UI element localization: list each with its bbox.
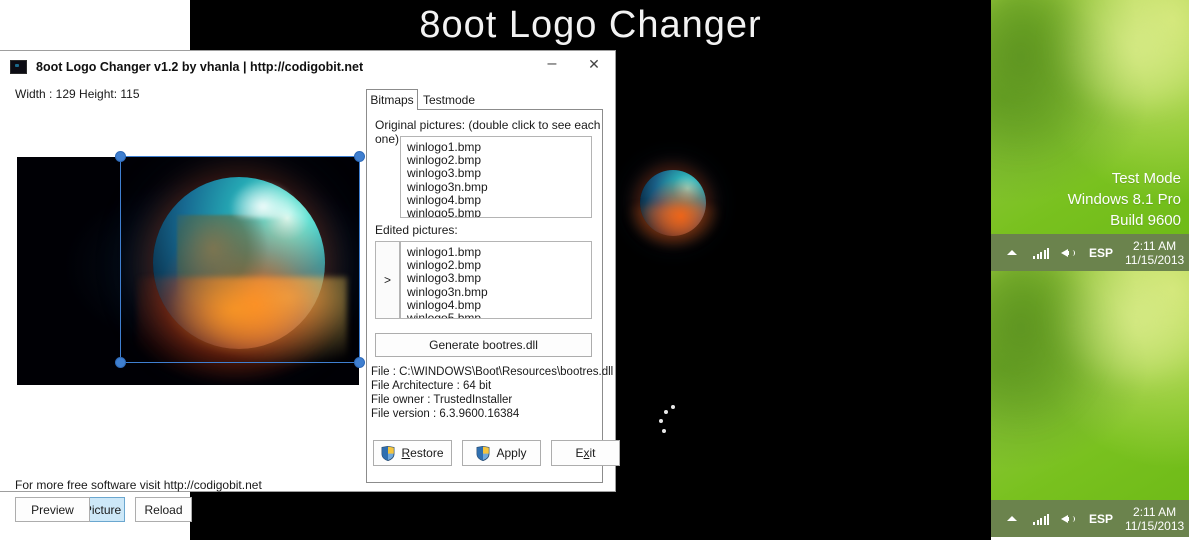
desktop-wallpaper-bottom <box>991 271 1189 500</box>
selection-handle-bottom-left[interactable] <box>115 357 126 368</box>
earth-globe-bitmap[interactable] <box>17 157 359 385</box>
tab-panel: Bitmaps Testmode Original pictures: (dou… <box>366 89 620 483</box>
preview-button[interactable]: Preview <box>15 497 90 522</box>
watermark-line-1: Test Mode <box>1111 170 1181 187</box>
list-item[interactable]: winlogo3.bmp <box>405 272 591 285</box>
transfer-right-button[interactable]: > <box>375 241 400 319</box>
image-dimensions-label: Width : 129 Height: 115 <box>15 87 140 101</box>
file-architecture-info: File Architecture : 64 bit <box>371 380 492 392</box>
footer-note: For more free software visit http://codi… <box>15 478 262 492</box>
language-indicator[interactable]: ESP <box>1089 246 1113 260</box>
taskbar-tray-bottom[interactable]: ESP 2:11 AM 11/15/2013 <box>991 500 1189 537</box>
file-path-info: File : C:\WINDOWS\Boot\Resources\bootres… <box>371 366 614 378</box>
tab-bitmaps[interactable]: Bitmaps <box>366 89 418 110</box>
window-title: 8oot Logo Changer v1.2 by vhanla | http:… <box>36 60 364 74</box>
clock-date: 11/15/2013 <box>1125 252 1185 267</box>
app-window: 8oot Logo Changer v1.2 by vhanla | http:… <box>0 50 620 522</box>
uac-shield-icon-2 <box>476 445 490 461</box>
clock-time: 2:11 AM <box>1133 238 1177 253</box>
clock-time-2: 2:11 AM <box>1133 504 1177 519</box>
apply-button[interactable]: Apply <box>462 440 541 466</box>
restore-button-label: Restore <box>401 446 444 460</box>
network-signal-icon-2[interactable] <box>1033 513 1049 525</box>
taskbar-tray-top[interactable]: ESP 2:11 AM 11/15/2013 <box>991 234 1189 271</box>
close-button[interactable]: ✕ <box>573 49 615 79</box>
edited-pictures-label: Edited pictures: <box>375 223 458 237</box>
boot-spinner <box>655 405 685 439</box>
clock-date-2: 11/15/2013 <box>1125 518 1185 533</box>
file-version-info: File version : 6.3.9600.16384 <box>371 408 520 420</box>
tab-strip: Bitmaps Testmode <box>366 89 603 110</box>
show-hidden-icons-arrow-icon[interactable] <box>1007 250 1017 255</box>
list-item[interactable]: winlogo3n.bmp <box>405 285 591 299</box>
boot-globe-image <box>640 170 706 236</box>
network-signal-icon[interactable] <box>1033 247 1049 259</box>
language-indicator-2[interactable]: ESP <box>1089 512 1113 526</box>
boot-screen-heading: 8oot Logo Changer <box>190 0 991 50</box>
exit-button[interactable]: Exit <box>551 440 620 466</box>
generate-bootres-button[interactable]: Generate bootres.dll <box>375 333 592 357</box>
clock-2[interactable]: 2:11 AM 11/15/2013 <box>1125 505 1184 533</box>
volume-icon[interactable] <box>1061 247 1075 259</box>
tab-testmode[interactable]: Testmode <box>420 89 478 110</box>
test-mode-watermark: Test Mode Windows 8.1 Pro Build 9600 <box>1068 168 1181 231</box>
app-image-icon <box>10 60 27 74</box>
list-item[interactable]: winlogo5.bmp <box>405 311 591 318</box>
screen: 8oot Logo Changer Test Mode Windows 8.1 … <box>0 0 1189 540</box>
exit-button-label: Exit <box>575 446 596 460</box>
bitmaps-tab-content: Original pictures: (double click to see … <box>366 109 620 483</box>
selection-handle-bottom-right[interactable] <box>354 357 365 368</box>
edited-pictures-list[interactable]: winlogo1.bmp winlogo2.bmp winlogo3.bmp w… <box>400 241 592 319</box>
action-button-row: Restore Apply Exit <box>373 440 620 466</box>
list-item[interactable]: winlogo3.bmp <box>405 167 591 180</box>
original-pictures-list[interactable]: winlogo1.bmp winlogo2.bmp winlogo3.bmp w… <box>400 136 592 218</box>
uac-shield-icon <box>381 445 395 461</box>
selection-handle-top-right[interactable] <box>354 151 365 162</box>
apply-button-label: Apply <box>496 446 527 460</box>
globe-ice-cap <box>228 180 298 219</box>
show-hidden-icons-arrow-icon-2[interactable] <box>1007 516 1017 521</box>
globe-graphic <box>153 177 325 349</box>
selection-handle-top-left[interactable] <box>115 151 126 162</box>
file-owner-info: File owner : TrustedInstaller <box>371 394 513 406</box>
windows-desktop-panel: Test Mode Windows 8.1 Pro Build 9600 ESP… <box>991 0 1189 540</box>
title-bar[interactable]: 8oot Logo Changer v1.2 by vhanla | http:… <box>0 51 615 83</box>
list-item[interactable]: winlogo3n.bmp <box>405 180 591 194</box>
minimize-button[interactable]: – <box>531 49 573 85</box>
clock[interactable]: 2:11 AM 11/15/2013 <box>1125 239 1184 267</box>
globe-landmass <box>177 214 267 312</box>
window-controls: – ✕ <box>531 49 615 85</box>
boot-heading-text: 8oot Logo Changer <box>419 3 762 46</box>
list-item[interactable]: winlogo5.bmp <box>405 206 591 217</box>
watermark-line-3: Build 9600 <box>1110 212 1181 229</box>
picture-preview-area[interactable] <box>17 151 365 385</box>
restore-button[interactable]: Restore <box>373 440 452 466</box>
volume-icon-2[interactable] <box>1061 513 1075 525</box>
bottom-button-row: ? Load Picture Reload Preview <box>15 497 192 522</box>
reload-button[interactable]: Reload <box>135 497 192 522</box>
watermark-line-2: Windows 8.1 Pro <box>1067 191 1181 208</box>
